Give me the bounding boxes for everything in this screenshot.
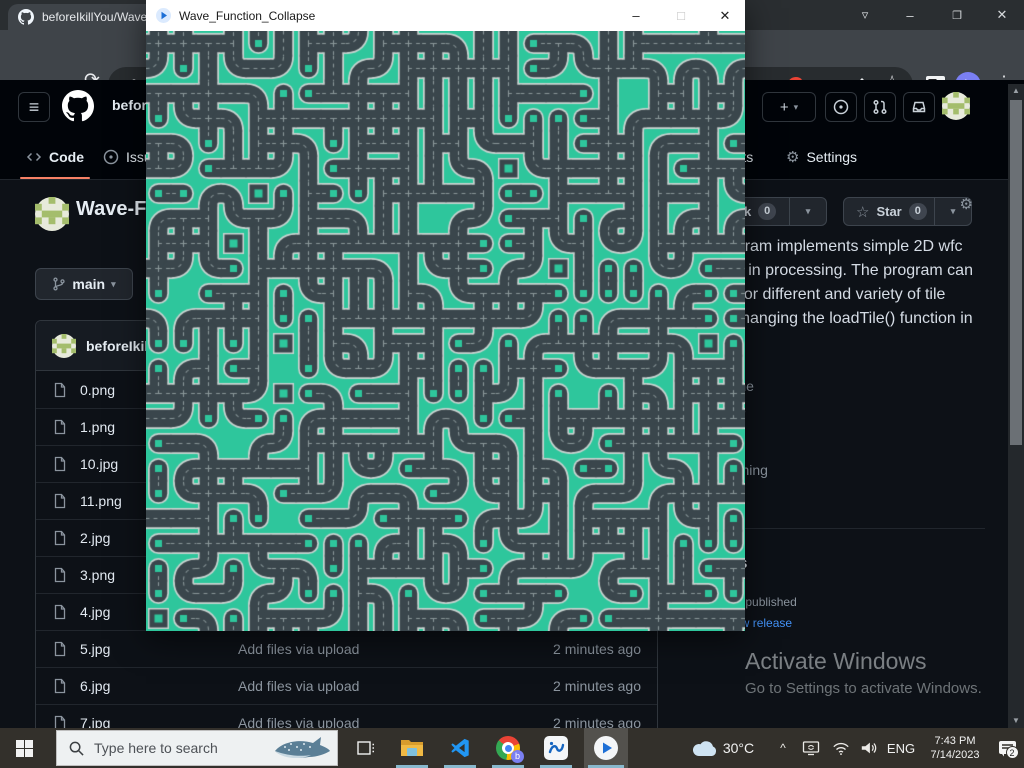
file-icon <box>52 530 68 546</box>
file-name[interactable]: 1.png <box>80 419 115 435</box>
file-icon <box>52 419 68 435</box>
commit-author-avatar <box>52 334 76 358</box>
file-row[interactable]: 6.jpg Add files via upload 2 minutes ago <box>36 667 657 704</box>
task-view-icon <box>356 738 376 758</box>
start-button[interactable] <box>0 728 48 768</box>
app-maximize-button[interactable]: □ <box>664 0 698 31</box>
app-play-icon <box>156 8 171 23</box>
issue-icon <box>833 99 849 115</box>
file-commit-message[interactable]: Add files via upload <box>238 678 359 694</box>
action-center-button[interactable]: 2 <box>992 728 1022 768</box>
file-name[interactable]: 5.jpg <box>80 641 110 657</box>
file-commit-message[interactable]: Add files via upload <box>238 641 359 657</box>
browser-restore-button[interactable]: ❐ <box>935 0 979 30</box>
pull-requests-header-button[interactable] <box>864 92 896 122</box>
tray-chevron-up-icon[interactable]: ^ <box>774 728 792 768</box>
volume-icon[interactable] <box>856 728 882 768</box>
browser-close-button[interactable]: ✕ <box>980 0 1024 30</box>
gear-icon: ⚙ <box>786 148 799 166</box>
taskbar-search-box[interactable]: Type here to search <box>56 730 338 766</box>
whale-shark-image <box>271 733 333 763</box>
file-icon <box>52 678 68 694</box>
file-icon <box>52 567 68 583</box>
vscode-icon <box>449 737 471 759</box>
tab-code[interactable]: Code <box>26 144 84 170</box>
app-titlebar[interactable]: Wave_Function_Collapse – □ ✕ <box>146 0 745 31</box>
temperature: 30°C <box>723 740 754 756</box>
app-play-icon <box>594 736 618 760</box>
time: 7:43 PM <box>935 734 976 748</box>
issues-header-button[interactable] <box>825 92 857 122</box>
file-name[interactable]: 4.jpg <box>80 604 110 620</box>
processing-button[interactable] <box>536 728 576 768</box>
scroll-up-arrow[interactable]: ▲ <box>1008 84 1024 98</box>
wfc-app-taskbar-button[interactable] <box>584 728 628 768</box>
issue-icon <box>103 149 119 165</box>
windows-logo-icon <box>16 740 33 757</box>
browser-minimize-button[interactable]: – <box>888 0 932 30</box>
pull-request-icon <box>872 99 888 115</box>
chrome-button[interactable]: b <box>488 728 528 768</box>
app-close-button[interactable]: ✕ <box>708 0 742 31</box>
inbox-header-button[interactable] <box>903 92 935 122</box>
file-icon <box>52 382 68 398</box>
app-minimize-button[interactable]: – <box>619 0 653 31</box>
app-window-title: Wave_Function_Collapse <box>179 9 315 23</box>
file-row[interactable]: 5.jpg Add files via upload 2 minutes ago <box>36 630 657 667</box>
page-scrollbar[interactable]: ▲ ▼ <box>1008 84 1024 728</box>
file-commit-time: 2 minutes ago <box>553 678 641 694</box>
scroll-down-arrow[interactable]: ▼ <box>1008 714 1024 728</box>
caret-down-icon: ▾ <box>794 102 799 113</box>
file-name[interactable]: 2.jpg <box>80 530 110 546</box>
file-icon <box>52 641 68 657</box>
file-name[interactable]: 10.jpg <box>80 456 118 472</box>
plus-icon: + <box>780 99 789 116</box>
file-icon <box>52 456 68 472</box>
clock[interactable]: 7:43 PM 7/14/2023 <box>922 728 988 768</box>
user-avatar[interactable] <box>942 92 970 120</box>
cast-display-icon[interactable] <box>798 728 824 768</box>
file-explorer-icon <box>400 738 424 758</box>
date: 7/14/2023 <box>931 748 980 762</box>
chrome-profile-badge: b <box>511 750 524 763</box>
file-explorer-button[interactable] <box>392 728 432 768</box>
inbox-icon <box>911 99 927 115</box>
cloud-icon <box>692 739 718 757</box>
file-icon <box>52 604 68 620</box>
wfc-app-window[interactable]: Wave_Function_Collapse – □ ✕ <box>146 0 745 631</box>
branch-selector[interactable]: main ▾ <box>35 268 133 300</box>
create-new-button[interactable]: + ▾ <box>762 92 816 122</box>
vscode-button[interactable] <box>440 728 480 768</box>
file-name[interactable]: 6.jpg <box>80 678 110 694</box>
search-placeholder: Type here to search <box>94 740 218 756</box>
wfc-canvas <box>146 31 745 631</box>
active-tab-underline <box>20 177 90 179</box>
branch-icon <box>52 277 66 291</box>
task-view-button[interactable] <box>346 728 386 768</box>
taskbar: Type here to search b 30°C ^ <box>0 728 1024 768</box>
file-commit-time: 2 minutes ago <box>553 641 641 657</box>
weather-widget[interactable]: 30°C <box>682 728 764 768</box>
code-icon <box>26 149 42 165</box>
hamburger-menu-button[interactable]: ≡ <box>18 92 50 122</box>
repo-avatar <box>35 197 69 231</box>
file-name[interactable]: 11.png <box>80 493 122 509</box>
about-gear-icon[interactable]: ⚙ <box>960 195 973 213</box>
wifi-icon[interactable] <box>828 728 854 768</box>
tab-search-chevron-icon[interactable]: ▿ <box>843 0 887 30</box>
notification-count-badge: 2 <box>1006 746 1019 759</box>
github-logo[interactable] <box>62 90 94 122</box>
language-indicator[interactable]: ENG <box>884 728 918 768</box>
tab-settings[interactable]: ⚙ Settings <box>786 144 857 170</box>
caret-down-icon: ▾ <box>111 279 116 290</box>
hamburger-icon: ≡ <box>29 97 40 118</box>
github-favicon <box>18 9 34 25</box>
file-name[interactable]: 0.png <box>80 382 115 398</box>
file-icon <box>52 493 68 509</box>
scrollbar-thumb[interactable] <box>1010 100 1022 445</box>
file-name[interactable]: 3.png <box>80 567 115 583</box>
processing-icon <box>544 736 568 760</box>
search-icon <box>69 741 84 756</box>
